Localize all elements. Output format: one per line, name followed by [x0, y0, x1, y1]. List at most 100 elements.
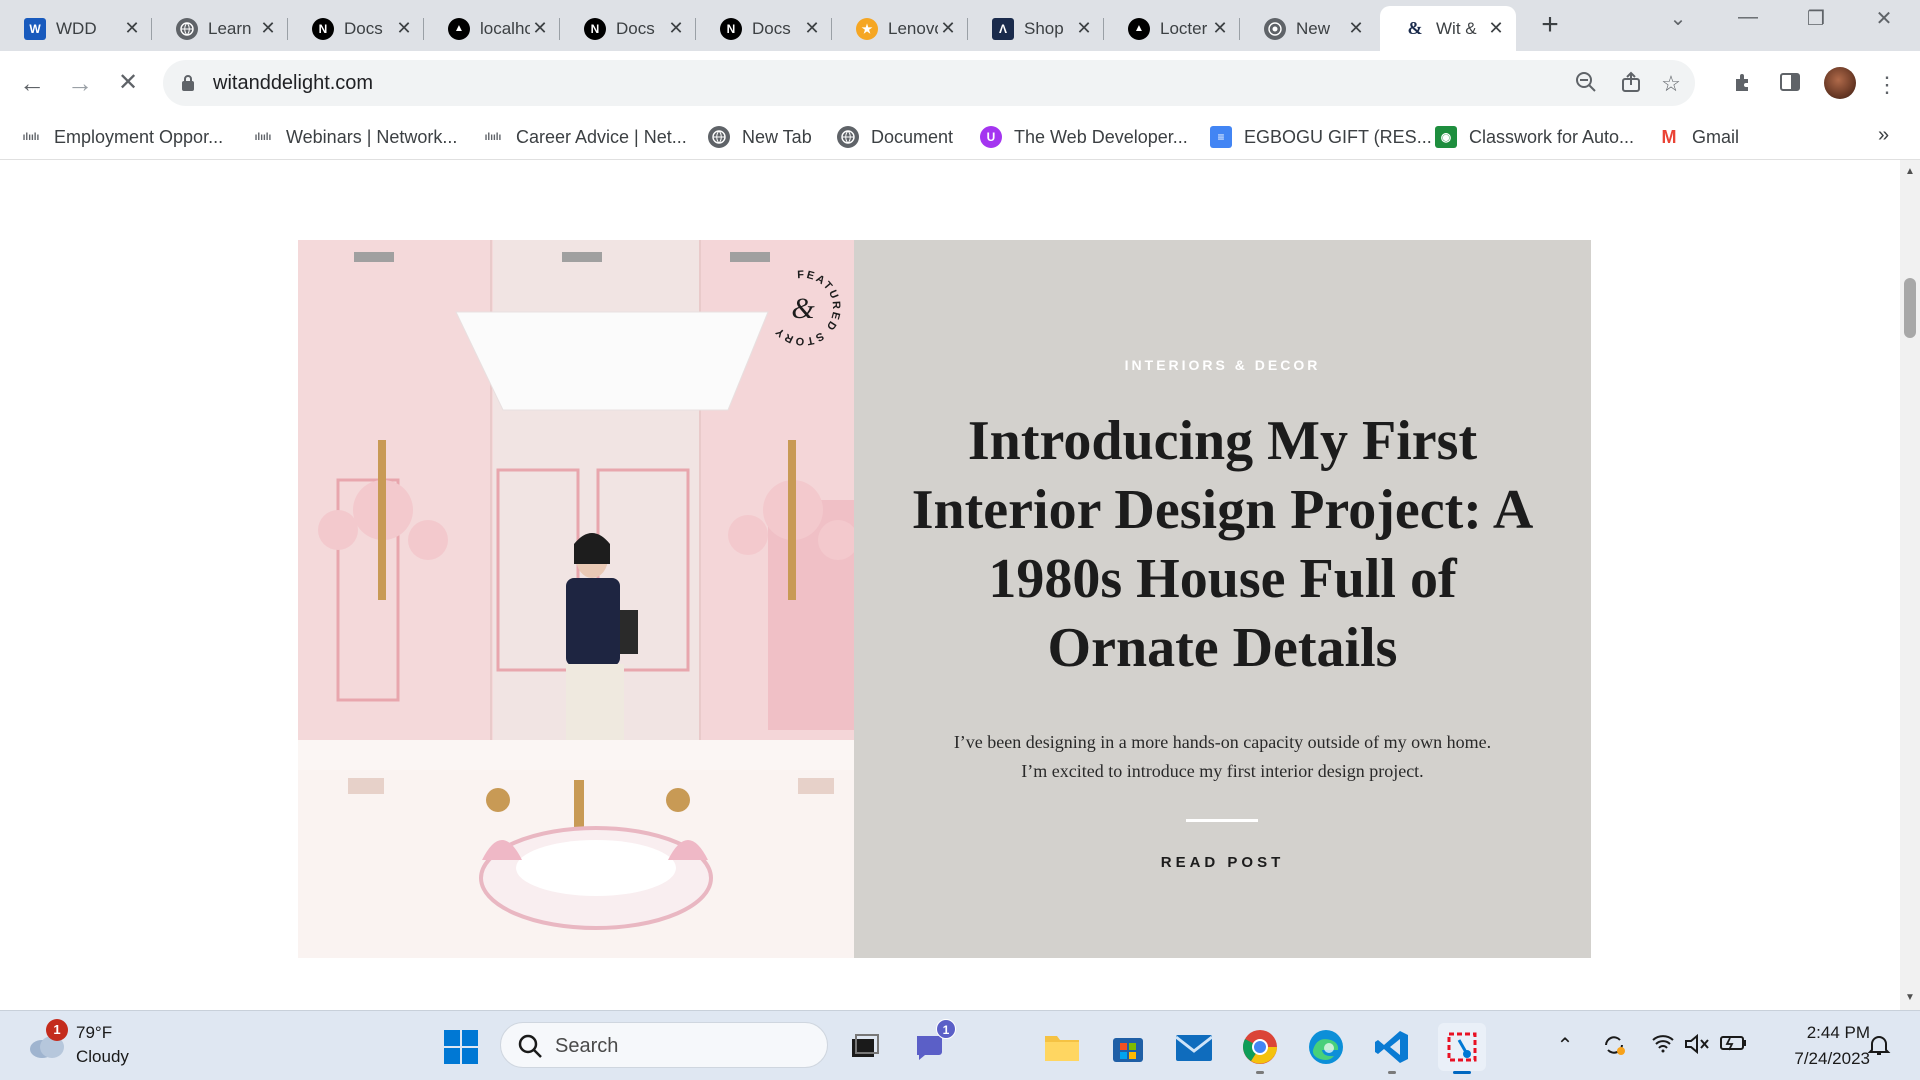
bookmark-label: Document [871, 126, 954, 147]
globe-icon [837, 126, 859, 148]
page-scrollbar[interactable]: ▲ ▼ [1900, 160, 1920, 1010]
bookmark-3[interactable]: New Tab [708, 124, 812, 150]
tab-9[interactable]: New ✕ [1240, 6, 1376, 51]
close-icon[interactable]: ✕ [1346, 18, 1366, 39]
start-button[interactable] [441, 1027, 481, 1067]
share-icon[interactable] [1618, 71, 1644, 97]
windows-logo-icon [444, 1030, 478, 1064]
tab-title: Shop [1024, 18, 1064, 38]
bookmark-7[interactable]: ◉ Classwork for Auto... [1435, 124, 1634, 150]
tab-1[interactable]: Learn ✕ [152, 6, 288, 51]
extensions-icon[interactable] [1729, 71, 1757, 99]
wifi-icon[interactable] [1650, 1033, 1676, 1059]
bookmark-6[interactable]: ≡ EGBOGU GIFT (RES... [1210, 124, 1432, 150]
chrome-icon [1243, 1030, 1277, 1064]
more-bookmarks-icon[interactable]: » [1878, 124, 1889, 147]
forward-button[interactable]: → [62, 65, 98, 101]
file-explorer-app[interactable] [1042, 1027, 1082, 1067]
ms-store-app[interactable] [1108, 1027, 1148, 1067]
tab-search-icon[interactable]: ⌄ [1656, 6, 1700, 38]
close-window-button[interactable]: ✕ [1862, 6, 1906, 38]
close-icon[interactable]: ✕ [1486, 18, 1506, 39]
divider [1186, 819, 1258, 822]
google-docs-icon: ≡ [1210, 126, 1232, 148]
vscode-icon [1375, 1031, 1408, 1063]
browser-toolbar: ← → ✕ witanddelight.com ☆ ⋮ [0, 51, 1920, 114]
tab-title: Learn [208, 18, 252, 38]
vercel-triangle-icon: ▲ [1128, 17, 1150, 40]
tab-4[interactable]: N Docs ✕ [560, 6, 696, 51]
cisco-icon: ılıılı [254, 131, 272, 143]
bookmark-5[interactable]: U The Web Developer... [980, 124, 1188, 150]
folder-icon [1045, 1036, 1079, 1061]
tab-strip: W WDD ✕ Learn ✕ N Docs ✕ ▲ localhost ✕ N… [0, 0, 1920, 51]
chrome-app[interactable] [1240, 1027, 1280, 1067]
vscode-app[interactable] [1372, 1027, 1412, 1067]
side-panel-icon[interactable] [1776, 71, 1804, 99]
task-view-button[interactable] [844, 1027, 884, 1067]
bookmark-4[interactable]: Document [837, 124, 953, 150]
profile-avatar[interactable] [1824, 67, 1856, 99]
tab-3[interactable]: ▲ localhost ✕ [424, 6, 560, 51]
snipping-tool-app[interactable] [1438, 1023, 1486, 1071]
bookmark-2[interactable]: ılıılı Career Advice | Net... [482, 124, 687, 150]
close-icon[interactable]: ✕ [1074, 18, 1094, 39]
close-icon[interactable]: ✕ [802, 18, 822, 39]
close-icon[interactable]: ✕ [938, 18, 958, 39]
tab-title: Wit & [1436, 18, 1477, 38]
chat-app[interactable]: 1 [910, 1019, 956, 1067]
tab-6[interactable]: ★ Lenovo ✕ [832, 6, 968, 51]
tab-5[interactable]: N Docs ✕ [696, 6, 832, 51]
next-logo-icon: N [584, 17, 606, 40]
close-icon[interactable]: ✕ [394, 18, 414, 39]
taskbar-search-box[interactable]: Search [500, 1022, 828, 1068]
show-hidden-icons[interactable]: ⌃ [1552, 1033, 1578, 1059]
back-button[interactable]: ← [14, 65, 50, 101]
bookmark-1[interactable]: ılıılı Webinars | Network... [252, 124, 458, 150]
close-icon[interactable]: ✕ [666, 18, 686, 39]
tab-title: Locter [1160, 18, 1208, 38]
sync-icon[interactable] [1601, 1033, 1627, 1059]
restore-button[interactable]: ❐ [1794, 6, 1838, 38]
next-logo-icon: N [720, 17, 742, 40]
bookmark-star-icon[interactable]: ☆ [1658, 71, 1684, 97]
story-category[interactable]: INTERIORS & DECOR [854, 357, 1591, 373]
bookmark-8[interactable]: M Gmail [1658, 124, 1740, 150]
scrollbar-thumb[interactable] [1904, 278, 1916, 338]
mail-app[interactable] [1174, 1027, 1214, 1067]
edge-app[interactable] [1306, 1027, 1346, 1067]
scroll-down-arrow[interactable]: ▼ [1905, 992, 1915, 1003]
read-post-link[interactable]: READ POST [854, 854, 1591, 871]
weather-description: Cloudy [76, 1047, 129, 1066]
tab-10-active[interactable]: & Wit & ✕ [1380, 6, 1516, 51]
tab-title: Docs [752, 18, 791, 38]
lock-icon[interactable] [181, 74, 195, 97]
close-icon[interactable]: ✕ [258, 18, 278, 39]
zoom-icon[interactable] [1573, 71, 1599, 97]
clock-time[interactable]: 2:44 PM [1770, 1023, 1870, 1043]
address-bar[interactable]: witanddelight.com ☆ [163, 60, 1695, 106]
notification-icon[interactable] [1866, 1033, 1892, 1059]
globe-icon [176, 17, 198, 40]
battery-icon[interactable] [1720, 1033, 1746, 1059]
tab-8[interactable]: ▲ Locter ✕ [1104, 6, 1240, 51]
url-text[interactable]: witanddelight.com [213, 72, 373, 95]
tab-0[interactable]: W WDD ✕ [0, 6, 152, 51]
globe-icon [708, 126, 730, 148]
scroll-up-arrow[interactable]: ▲ [1905, 166, 1915, 177]
minimize-button[interactable]: — [1726, 6, 1770, 38]
close-icon[interactable]: ✕ [1210, 18, 1230, 39]
menu-kebab-icon[interactable]: ⋮ [1873, 71, 1901, 99]
tab-2[interactable]: N Docs ✕ [288, 6, 424, 51]
featured-story-image[interactable]: FEATURED STORY & [298, 240, 854, 958]
clock-date[interactable]: 7/24/2023 [1770, 1049, 1870, 1069]
tab-7[interactable]: Λ Shop ✕ [968, 6, 1104, 51]
close-icon[interactable]: ✕ [122, 18, 142, 39]
new-tab-button[interactable]: + [1535, 8, 1565, 42]
bookmark-label: The Web Developer... [1014, 126, 1188, 147]
volume-muted-icon[interactable] [1684, 1033, 1710, 1059]
bookmark-0[interactable]: ılıılı Employment Oppor... [20, 124, 223, 150]
close-icon[interactable]: ✕ [530, 18, 550, 39]
story-headline[interactable]: Introducing My First Interior Design Pro… [904, 407, 1541, 683]
stop-loading-button[interactable]: ✕ [110, 65, 146, 101]
